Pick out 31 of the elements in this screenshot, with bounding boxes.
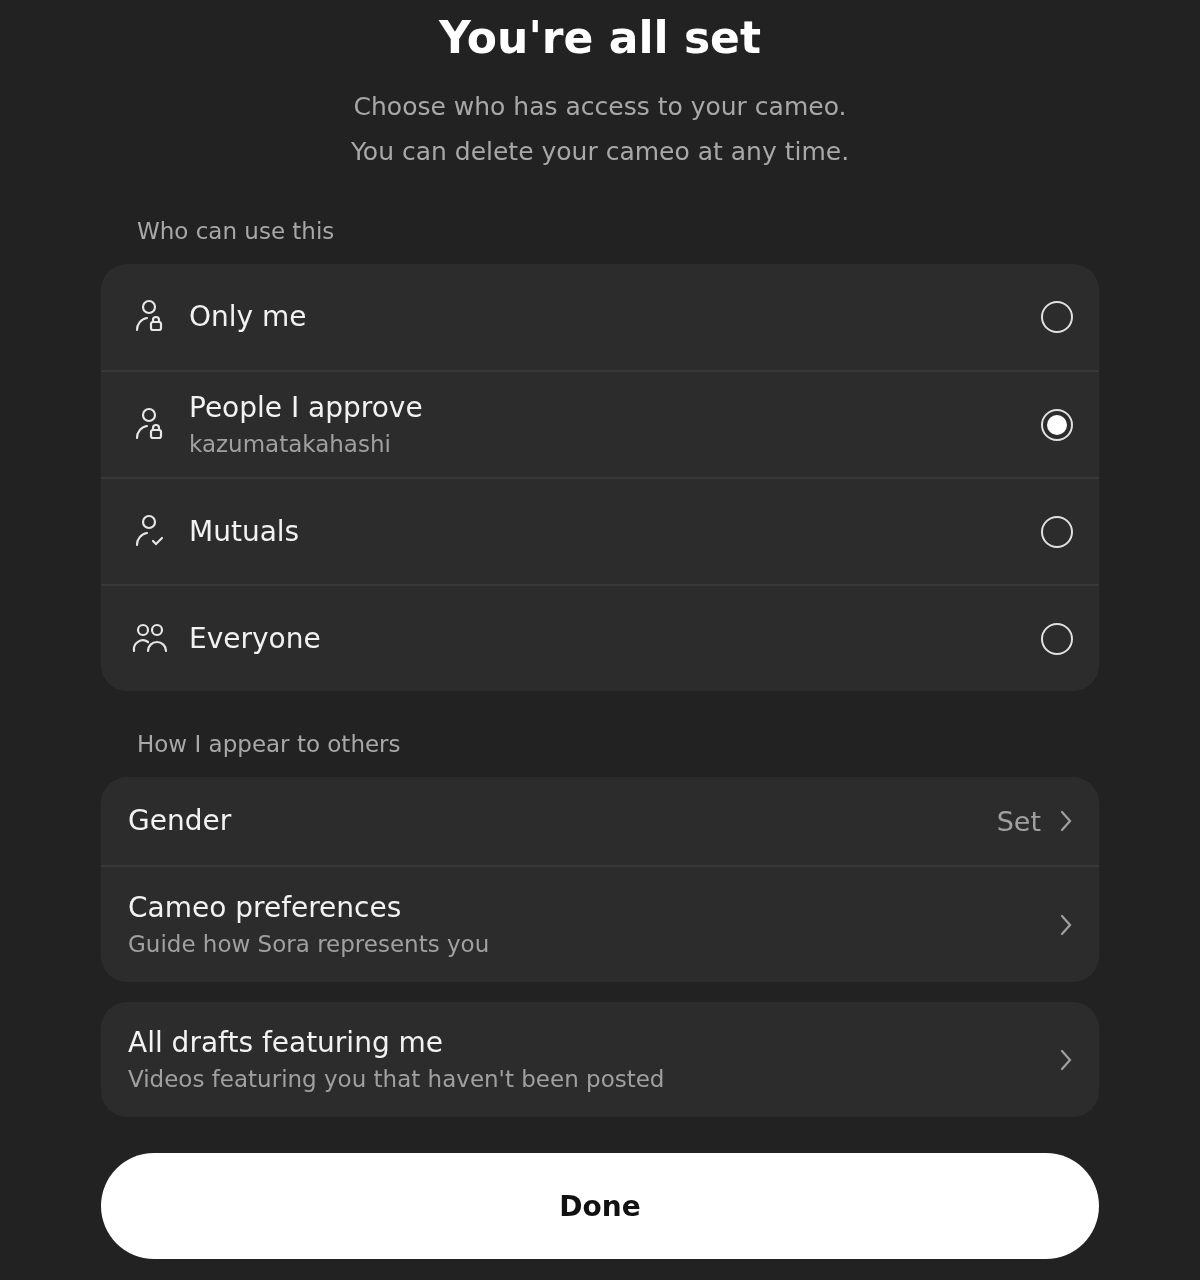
drafts-card[interactable]: All drafts featuring me Videos featuring you that haven't been posted [101, 1002, 1099, 1117]
option-label: Everyone [189, 621, 322, 656]
chevron-right-icon [1059, 912, 1073, 937]
row-value: Set [996, 805, 1041, 837]
chevron-right-icon [1059, 809, 1073, 833]
row-label: Cameo preferences [128, 890, 403, 925]
row-label: Gender [128, 804, 233, 838]
subtitle: Choose who has access to your cameo. [353, 91, 847, 123]
row-detail: Guide how Sora represents you [128, 929, 491, 959]
done-button[interactable]: Done [101, 1153, 1099, 1259]
access-option[interactable]: People I approve kazumatakahashi [101, 370, 1099, 477]
access-option[interactable]: Only me [101, 264, 1099, 370]
subtitle: You can delete your cameo at any time. [350, 136, 850, 168]
option-label: Only me [189, 300, 308, 334]
page-title: You're all set [439, 11, 761, 65]
radio-button[interactable] [1041, 408, 1073, 441]
radio-button[interactable] [1041, 515, 1073, 548]
chevron-right-icon [1059, 1047, 1073, 1072]
option-label: People I approve [189, 390, 424, 425]
settings-row[interactable]: Cameo preferences Guide how Sora represents you [101, 865, 1099, 982]
section-label: How I appear to others [137, 730, 402, 759]
radio-button[interactable] [1041, 622, 1073, 655]
settings-row[interactable]: Gender Set [101, 777, 1099, 865]
row-detail: Videos featuring you that haven't been posted [128, 1064, 666, 1094]
option-label: Mutuals [189, 514, 301, 549]
row-label: All drafts featuring me [128, 1025, 445, 1060]
access-option[interactable]: Mutuals [101, 477, 1099, 584]
option-detail: kazumatakahashi [189, 429, 392, 459]
access-option[interactable]: Everyone [101, 584, 1099, 691]
section-label: Who can use this [137, 217, 336, 246]
radio-button[interactable] [1041, 301, 1073, 333]
